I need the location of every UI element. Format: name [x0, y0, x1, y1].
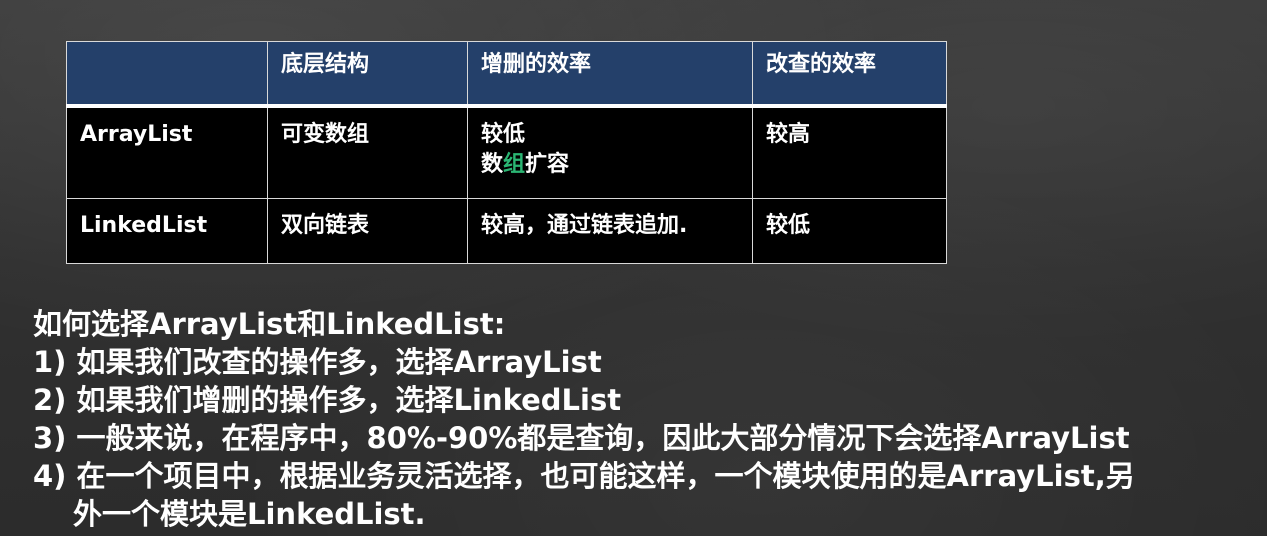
table-row: LinkedList 双向链表 较高，通过链表追加. 较低 [66, 198, 947, 264]
chalkboard-slide: 底层结构 增删的效率 改查的效率 ArrayList 可变数组 较低 数组扩容 … [0, 0, 1267, 536]
guidance-item: 2) 如果我们增删的操作多，选择LinkedList [33, 383, 622, 417]
table-header-row: 底层结构 增删的效率 改查的效率 [66, 41, 947, 108]
cell-linkedlist-add-delete: 较高，通过链表追加. [467, 198, 753, 264]
table-row: ArrayList 可变数组 较低 数组扩容 较高 [66, 105, 947, 199]
guidance-item: 4) 在一个项目中，根据业务灵活选择，也可能这样，一个模块使用的是ArrayLi… [33, 459, 1135, 493]
header-cell-structure: 底层结构 [267, 41, 468, 108]
guidance-item-continuation: 外一个模块是LinkedList. [73, 497, 426, 531]
selection-guidance: 如何选择ArrayList和LinkedList: 1) 如果我们改查的操作多，… [33, 305, 1253, 533]
header-cell-empty [66, 41, 268, 108]
cell-arraylist-name: ArrayList [66, 105, 268, 199]
text-cursor-highlight: 组 [503, 152, 526, 177]
arraylist-add-delete-line2: 数组扩容 [481, 150, 740, 180]
cell-linkedlist-name: LinkedList [66, 198, 268, 264]
guidance-item: 1) 如果我们改查的操作多，选择ArrayList [33, 345, 602, 379]
guidance-item: 3) 一般来说，在程序中，80%-90%都是查询，因此大部分情况下会选择Arra… [33, 421, 1130, 455]
guidance-title: 如何选择ArrayList和LinkedList: [33, 307, 506, 341]
header-cell-query: 改查的效率 [752, 41, 947, 108]
cell-arraylist-add-delete: 较低 数组扩容 [467, 105, 753, 199]
arraylist-add-delete-line1: 较低 [481, 122, 526, 147]
comparison-table: 底层结构 增删的效率 改查的效率 ArrayList 可变数组 较低 数组扩容 … [66, 41, 947, 264]
cell-linkedlist-structure: 双向链表 [267, 198, 468, 264]
cell-arraylist-structure: 可变数组 [267, 105, 468, 199]
cell-linkedlist-query: 较低 [752, 198, 947, 264]
cell-arraylist-query: 较高 [752, 105, 947, 199]
header-cell-add-delete: 增删的效率 [467, 41, 753, 108]
